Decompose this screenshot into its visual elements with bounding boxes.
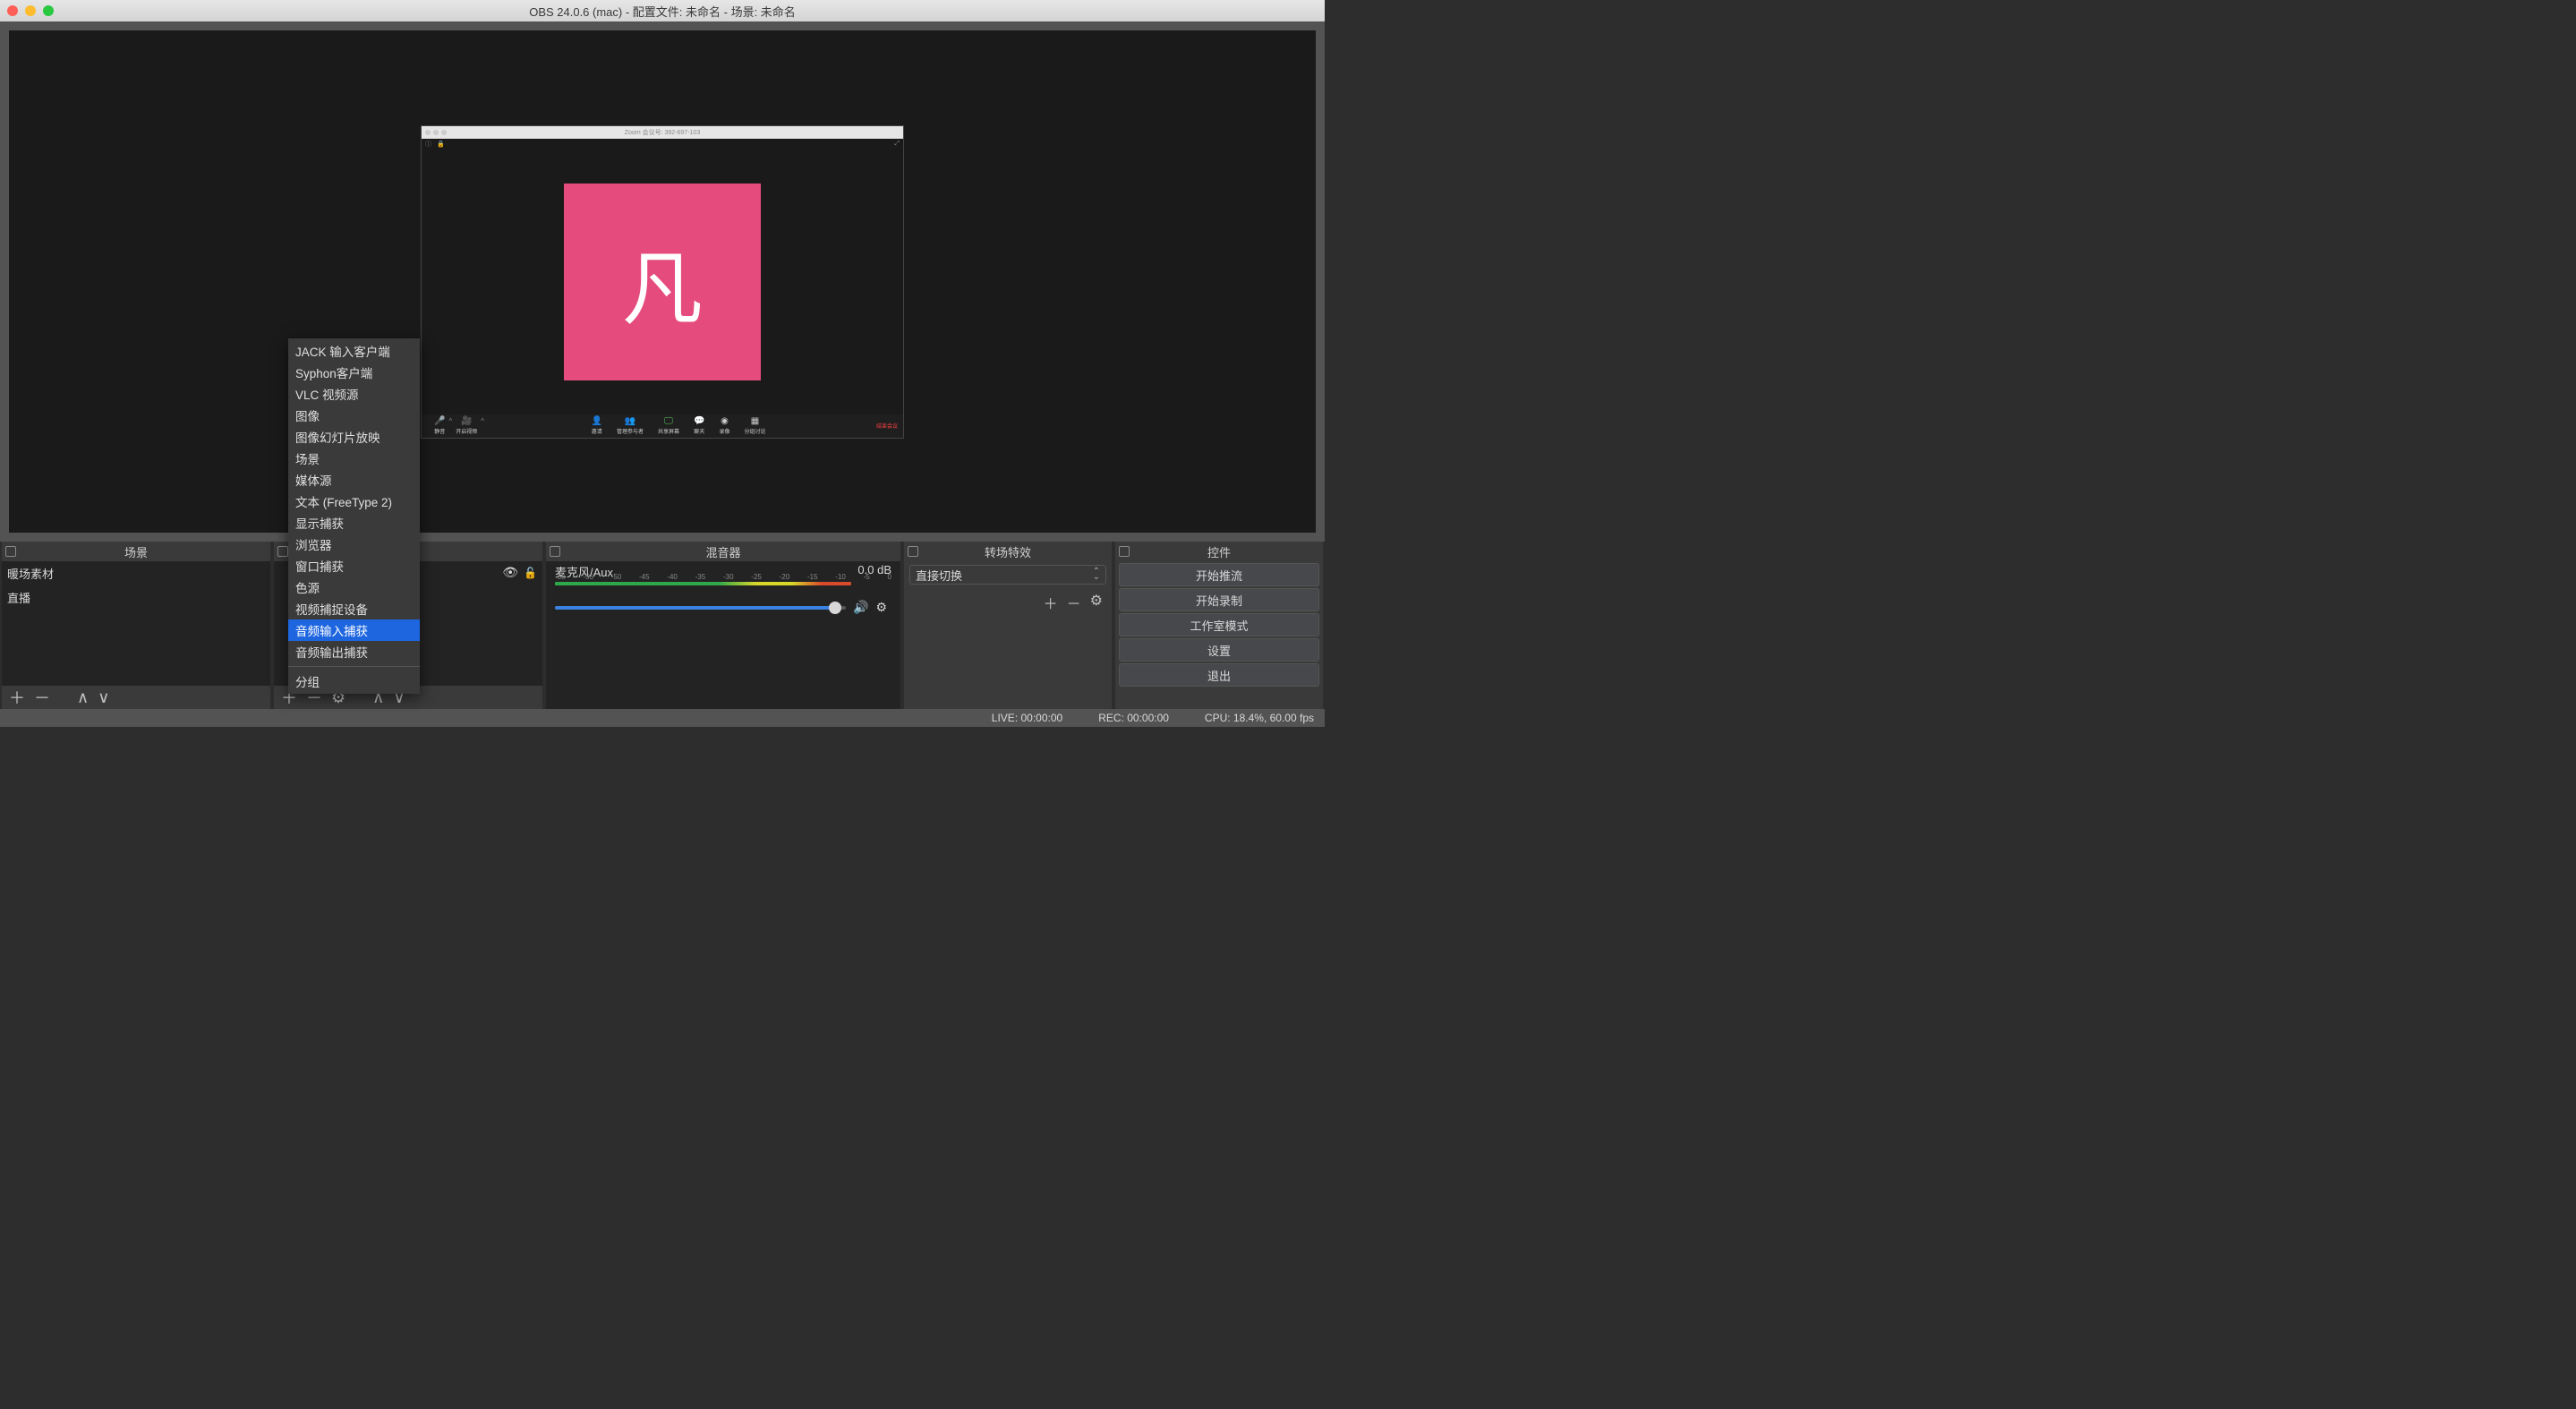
zoom-chat: 💬聊天 <box>694 416 704 435</box>
settings-button[interactable]: 设置 <box>1119 638 1319 662</box>
vu-ticks: -60-55-50-45-40-35-30-25-20-15-10-50 <box>555 573 891 581</box>
transition-settings-button[interactable]: ⚙ <box>1090 592 1103 613</box>
controls-popout-icon[interactable] <box>1119 546 1130 557</box>
mixer-channel: 麦克风/Aux 0.0 dB -60-55-50-45-40-35-30-25-… <box>546 561 900 615</box>
zoom-invite: 👤邀请 <box>592 416 602 435</box>
add-source-menu[interactable]: JACK 输入客户端Syphon客户端VLC 视频源图像图像幻灯片放映场景媒体源… <box>288 338 420 694</box>
menu-item[interactable]: 色源 <box>288 576 420 598</box>
menu-item[interactable]: 文本 (FreeType 2) <box>288 491 420 512</box>
transitions-body: 直接切换 ⌃⌄ ＋ － ⚙ <box>904 561 1112 709</box>
volume-slider[interactable] <box>555 606 846 610</box>
menu-separator <box>288 666 420 667</box>
scenes-toolbar: ＋ － ∧ ∨ <box>2 686 270 709</box>
sources-popout-icon[interactable] <box>277 546 288 557</box>
preview-canvas[interactable]: Zoom 会议号: 392-697-103 ⓘ 🔒 ⤢ 凡 🎤静音 ^ 🎥开启视… <box>9 30 1316 533</box>
window-zoom-dot[interactable] <box>43 5 54 16</box>
transitions-header: 转场特效 <box>904 542 1112 561</box>
scene-item[interactable]: 直播 <box>2 585 270 610</box>
slider-knob[interactable] <box>829 602 841 614</box>
zoom-info-bar: ⓘ 🔒 ⤢ <box>422 139 903 149</box>
mixer-popout-icon[interactable] <box>550 546 560 557</box>
info-icon: ⓘ <box>425 140 431 149</box>
window-title: OBS 24.0.6 (mac) - 配置文件: 未命名 - 场景: 未命名 <box>529 3 796 20</box>
studio-mode-button[interactable]: 工作室模式 <box>1119 613 1319 636</box>
mixer-header: 混音器 <box>546 542 900 561</box>
mixer-body: 麦克风/Aux 0.0 dB -60-55-50-45-40-35-30-25-… <box>546 561 900 709</box>
menu-item[interactable]: 音频输出捕获 <box>288 641 420 662</box>
controls-panel: 控件 开始推流 开始录制 工作室模式 设置 退出 <box>1115 542 1323 709</box>
scenes-popout-icon[interactable] <box>5 546 16 557</box>
zoom-end-meeting: 结束会议 <box>876 422 898 430</box>
zoom-breakout: ▦分组讨论 <box>744 416 765 435</box>
visibility-icon[interactable]: 👁 <box>502 565 518 580</box>
menu-item[interactable]: 窗口捕获 <box>288 555 420 576</box>
transitions-panel: 转场特效 直接切换 ⌃⌄ ＋ － ⚙ <box>904 542 1112 709</box>
menu-item[interactable]: Syphon客户端 <box>288 362 420 383</box>
zoom-avatar: 凡 <box>564 184 761 380</box>
zoom-controls-bar: 🎤静音 ^ 🎥开启视频 ^ 👤邀请 👥管理参与者 🖵共享屏幕 💬聊天 ◉录像 ▦… <box>422 414 903 438</box>
menu-item[interactable]: 媒体源 <box>288 469 420 491</box>
menu-item[interactable]: 分组 <box>288 670 420 692</box>
menu-item[interactable]: JACK 输入客户端 <box>288 340 420 362</box>
lock-icon: 🔒 <box>437 141 445 148</box>
scenes-list[interactable]: 暖场素材 直播 <box>2 561 270 686</box>
mixer-panel: 混音器 麦克风/Aux 0.0 dB -60-55-50-45-40-35-30… <box>546 542 900 709</box>
scenes-panel: 场景 暖场素材 直播 ＋ － ∧ ∨ <box>2 542 270 709</box>
preview-area: Zoom 会议号: 392-697-103 ⓘ 🔒 ⤢ 凡 🎤静音 ^ 🎥开启视… <box>0 21 1325 542</box>
transition-select[interactable]: 直接切换 ⌃⌄ <box>909 565 1106 585</box>
status-rec: REC: 00:00:00 <box>1098 712 1169 724</box>
remove-transition-button[interactable]: － <box>1067 592 1081 613</box>
menu-item[interactable]: 显示捕获 <box>288 512 420 534</box>
controls-body: 开始推流 开始录制 工作室模式 设置 退出 <box>1115 561 1323 709</box>
zoom-record: ◉录像 <box>719 416 729 435</box>
speaker-icon[interactable]: 🔊 <box>853 600 868 615</box>
menu-item[interactable]: 图像幻灯片放映 <box>288 426 420 448</box>
scene-up-button[interactable]: ∧ <box>77 688 89 707</box>
status-cpu: CPU: 18.4%, 60.00 fps <box>1205 712 1314 724</box>
start-streaming-button[interactable]: 开始推流 <box>1119 563 1319 586</box>
status-live: LIVE: 00:00:00 <box>992 712 1062 724</box>
scenes-header: 场景 <box>2 542 270 561</box>
scene-item[interactable]: 暖场素材 <box>2 561 270 585</box>
titlebar: OBS 24.0.6 (mac) - 配置文件: 未命名 - 场景: 未命名 <box>0 0 1325 21</box>
vu-meter: -60-55-50-45-40-35-30-25-20-15-10-50 <box>555 582 891 596</box>
scene-down-button[interactable]: ∨ <box>98 688 109 707</box>
window-close-dot[interactable] <box>7 5 18 16</box>
zoom-share: 🖵共享屏幕 <box>658 416 679 435</box>
add-transition-button[interactable]: ＋ <box>1044 592 1058 613</box>
zoom-titlebar: Zoom 会议号: 392-697-103 <box>422 126 903 139</box>
menu-item[interactable]: 视频捕捉设备 <box>288 598 420 619</box>
transitions-popout-icon[interactable] <box>908 546 918 557</box>
menu-item[interactable]: 浏览器 <box>288 534 420 555</box>
chevron-updown-icon: ⌃⌄ <box>1093 569 1100 580</box>
gear-icon[interactable]: ⚙ <box>875 600 887 615</box>
zoom-video: 🎥开启视频 <box>456 416 477 435</box>
expand-icon: ⤢ <box>894 141 900 148</box>
zoom-main: 凡 <box>422 149 903 414</box>
zoom-participants: 👥管理参与者 <box>617 416 644 435</box>
menu-item[interactable]: 场景 <box>288 448 420 469</box>
status-bar: LIVE: 00:00:00 REC: 00:00:00 CPU: 18.4%,… <box>0 709 1325 727</box>
menu-item[interactable]: VLC 视频源 <box>288 383 420 405</box>
menu-item[interactable]: 图像 <box>288 405 420 426</box>
remove-scene-button[interactable]: － <box>34 686 50 709</box>
add-scene-button[interactable]: ＋ <box>9 686 25 709</box>
lock-icon[interactable]: 🔓 <box>524 567 537 579</box>
window-minimize-dot[interactable] <box>25 5 36 16</box>
controls-header: 控件 <box>1115 542 1323 561</box>
zoom-mute: 🎤静音 <box>434 416 445 435</box>
zoom-window-title: Zoom 会议号: 392-697-103 <box>625 128 700 137</box>
captured-zoom-window: Zoom 会议号: 392-697-103 ⓘ 🔒 ⤢ 凡 🎤静音 ^ 🎥开启视… <box>421 125 904 439</box>
panels-row: 场景 暖场素材 直播 ＋ － ∧ ∨ 源 👁 🔓 ＋ － <box>0 542 1325 709</box>
start-recording-button[interactable]: 开始录制 <box>1119 588 1319 611</box>
exit-button[interactable]: 退出 <box>1119 663 1319 687</box>
menu-item[interactable]: 音频输入捕获 <box>288 619 420 641</box>
transitions-tools: ＋ － ⚙ <box>904 588 1112 617</box>
